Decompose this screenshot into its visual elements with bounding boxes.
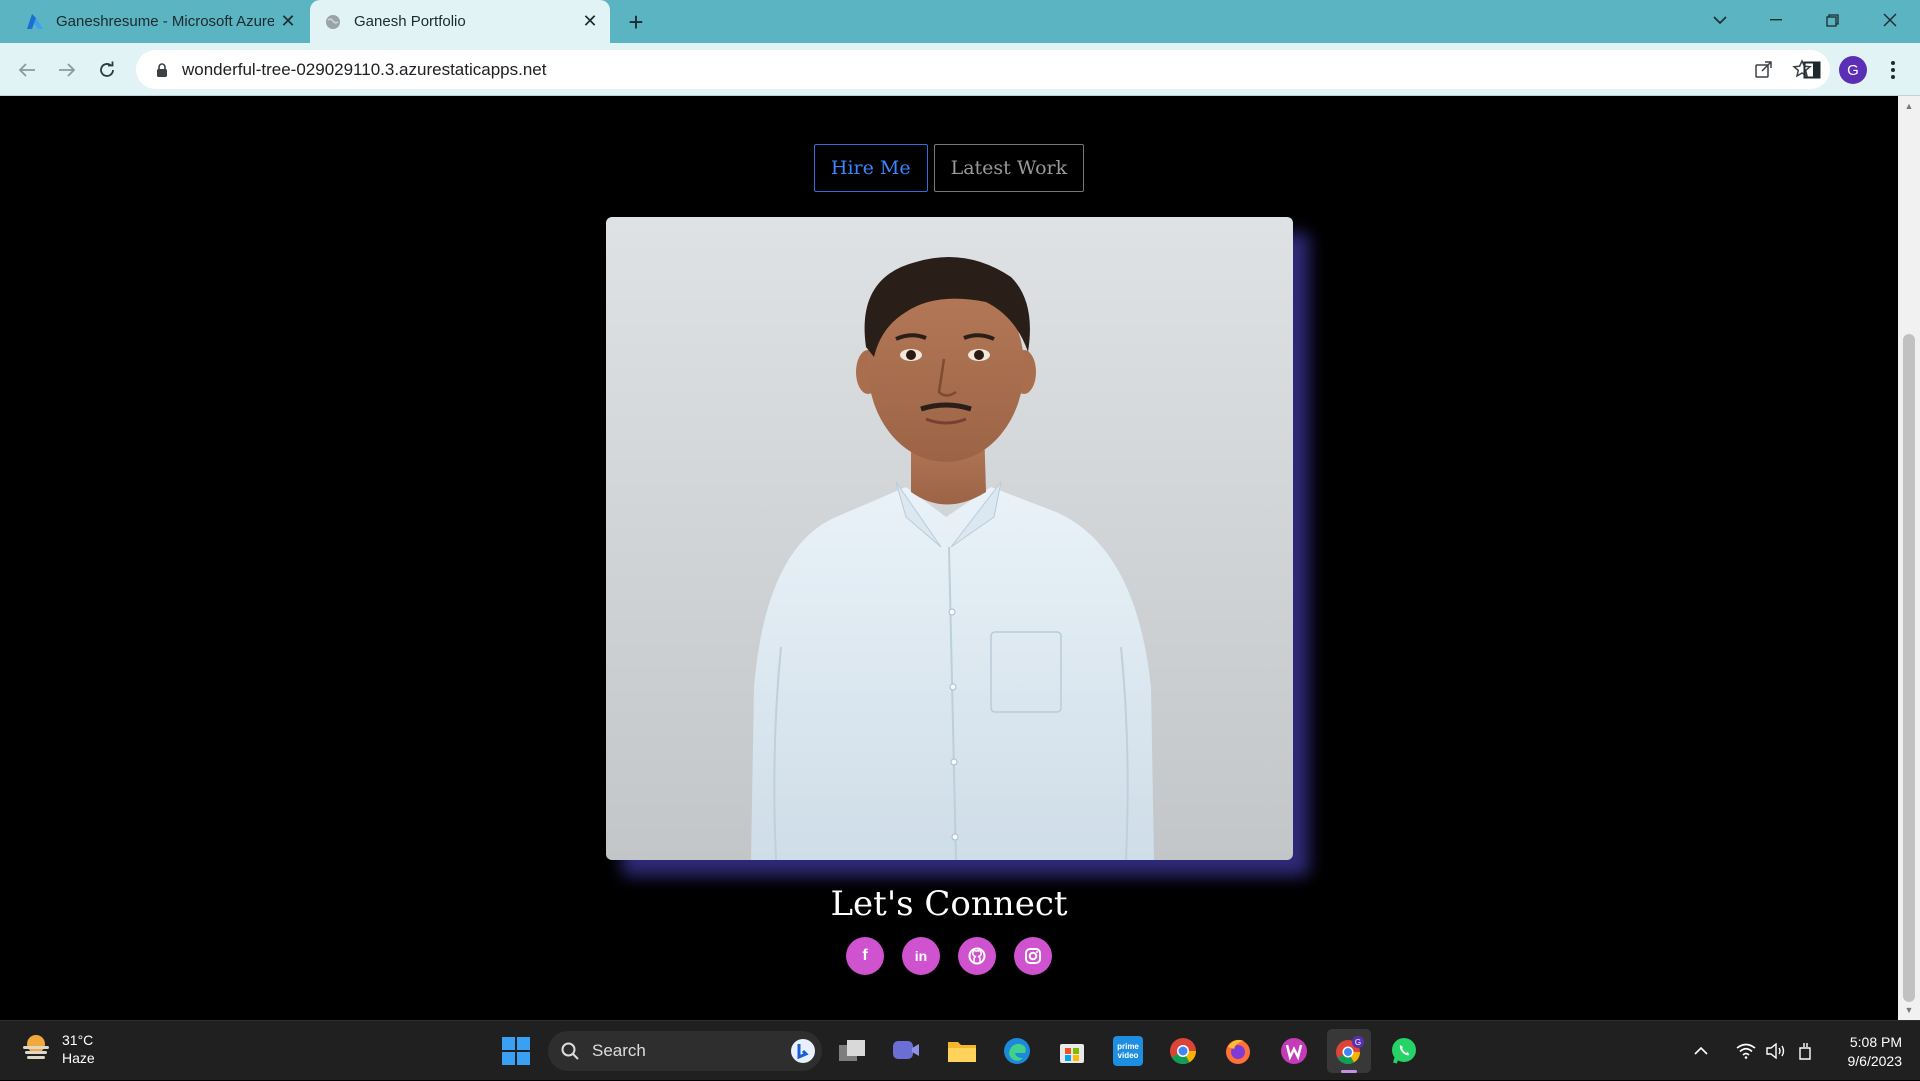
taskbar-search[interactable]: Search	[548, 1031, 822, 1071]
microsoft-store-icon[interactable]	[1050, 1029, 1094, 1073]
azure-icon	[26, 13, 44, 31]
share-icon[interactable]	[1754, 59, 1774, 84]
url-text: wonderful-tree-029029110.3.azurestaticap…	[182, 59, 547, 79]
chrome-icon[interactable]	[1161, 1029, 1205, 1073]
windows-start-icon[interactable]	[494, 1029, 538, 1073]
system-clock[interactable]: 5:08 PM 9/6/2023	[1848, 1033, 1903, 1071]
scroll-up-icon[interactable]: ▲	[1898, 98, 1920, 114]
close-tab-icon[interactable]: ✕	[274, 8, 302, 36]
minimize-icon[interactable]	[1748, 0, 1804, 40]
wifi-icon[interactable]	[1736, 1021, 1756, 1081]
back-icon[interactable]	[10, 53, 44, 87]
close-tab-icon[interactable]: ✕	[576, 8, 604, 36]
windows-taskbar: 31°C Haze Search prime video G 5:08 PM 9…	[0, 1020, 1920, 1080]
linkedin-icon[interactable]: in	[902, 937, 940, 975]
firefox-icon[interactable]	[1216, 1029, 1260, 1073]
weather-haze-icon	[20, 1032, 52, 1067]
wps-office-icon[interactable]	[1272, 1029, 1316, 1073]
facebook-icon[interactable]: f	[846, 937, 884, 975]
search-icon	[548, 1042, 592, 1060]
tab-bar: Ganeshresume - Microsoft Azure ✕ Ganesh …	[0, 0, 1920, 43]
side-panel-icon[interactable]	[1795, 53, 1829, 87]
linkedin-glyph: in	[914, 948, 928, 964]
scroll-down-icon[interactable]: ▼	[1898, 1002, 1920, 1018]
address-bar[interactable]: wonderful-tree-029029110.3.azurestaticap…	[136, 50, 1830, 89]
connect-heading: Let's Connect	[830, 884, 1068, 924]
new-tab-button[interactable]: +	[620, 6, 652, 38]
social-links: f in	[0, 937, 1898, 975]
task-view-icon[interactable]	[830, 1029, 874, 1073]
weather-temp: 31°C	[62, 1032, 94, 1048]
menu-kebab-icon[interactable]	[1876, 53, 1910, 87]
tab-title: Ganeshresume - Microsoft Azure	[56, 13, 274, 30]
cta-buttons: Hire Me Latest Work	[0, 144, 1898, 192]
page-scrollbar[interactable]: ▲ ▼	[1898, 96, 1920, 1020]
chrome-profile-icon[interactable]: G	[1327, 1029, 1371, 1073]
avatar: G	[1839, 56, 1867, 84]
tab-title: Ganesh Portfolio	[354, 13, 466, 30]
weather-widget[interactable]: 31°C Haze	[20, 1031, 95, 1067]
tab-portfolio[interactable]: Ganesh Portfolio ✕	[310, 0, 610, 43]
prime-video-icon[interactable]: prime video	[1106, 1029, 1150, 1073]
show-hidden-icons[interactable]	[1694, 1021, 1708, 1081]
restore-icon[interactable]	[1804, 0, 1860, 40]
lock-icon[interactable]	[142, 62, 182, 77]
clock-date: 9/6/2023	[1847, 1053, 1903, 1069]
latest-work-button[interactable]: Latest Work	[933, 144, 1085, 192]
volume-icon[interactable]	[1766, 1021, 1786, 1081]
svg-text:video: video	[1118, 1051, 1139, 1060]
svg-text:G: G	[1355, 1038, 1361, 1047]
instagram-icon[interactable]	[1014, 937, 1052, 975]
bing-icon[interactable]	[790, 1038, 816, 1069]
reload-icon[interactable]	[90, 53, 124, 87]
forward-icon[interactable]	[50, 53, 84, 87]
page-content: Hire Me Latest Work Let's Connect f in	[0, 96, 1898, 1020]
battery-charging-icon[interactable]	[1796, 1021, 1814, 1081]
edge-icon[interactable]	[995, 1029, 1039, 1073]
profile-avatar[interactable]: G	[1836, 53, 1870, 87]
profile-photo	[606, 217, 1293, 860]
weather-condition: Haze	[62, 1050, 95, 1066]
svg-text:prime: prime	[1117, 1042, 1139, 1051]
tab-search-icon[interactable]	[1692, 0, 1748, 40]
browser-toolbar: wonderful-tree-029029110.3.azurestaticap…	[0, 43, 1920, 96]
scroll-thumb[interactable]	[1903, 334, 1915, 1002]
file-explorer-icon[interactable]	[940, 1029, 984, 1073]
tab-azure[interactable]: Ganeshresume - Microsoft Azure ✕	[12, 0, 308, 43]
clock-time: 5:08 PM	[1849, 1034, 1902, 1050]
globe-icon	[324, 13, 342, 31]
github-icon[interactable]	[958, 937, 996, 975]
hire-me-button[interactable]: Hire Me	[813, 144, 928, 192]
search-label: Search	[592, 1041, 646, 1060]
close-window-icon[interactable]	[1862, 0, 1918, 40]
portrait-illustration	[751, 257, 1154, 860]
active-app-indicator	[1341, 1070, 1357, 1073]
teams-chat-icon[interactable]	[884, 1029, 928, 1073]
facebook-glyph: f	[862, 947, 868, 964]
whatsapp-icon[interactable]	[1382, 1029, 1426, 1073]
